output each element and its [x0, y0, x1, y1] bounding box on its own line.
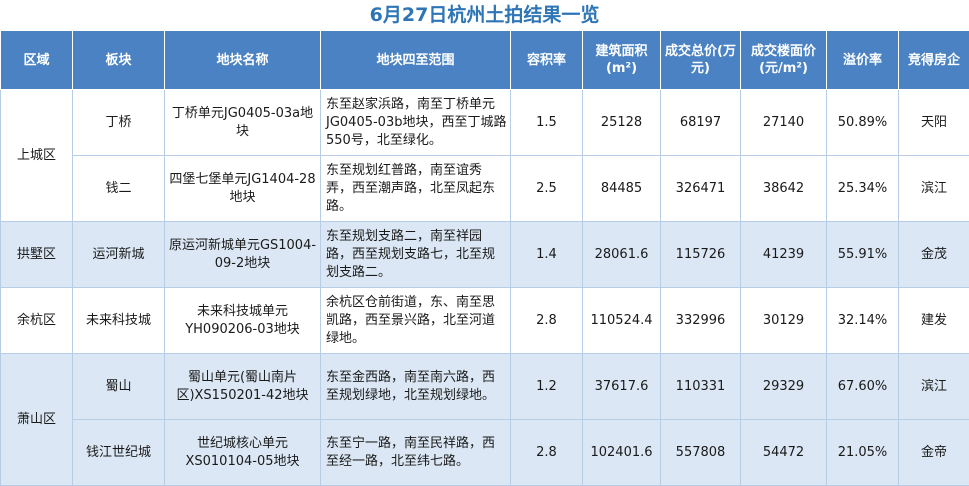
far-cell: 1.5 — [511, 90, 583, 156]
far-cell: 1.2 — [511, 354, 583, 420]
boundary-cell: 东至宁一路，南至民祥路，西至经一路，北至纬七路。 — [321, 420, 511, 486]
table-header-row: 区域 板块 地块名称 地块四至范围 容积率 建筑面积(m²) 成交总价(万元) … — [1, 31, 969, 90]
district-cell: 余杭区 — [1, 288, 73, 354]
table-row: 上城区 丁桥 丁桥单元JG0405-03a地块 东至赵家浜路，南至丁桥单元JG0… — [1, 90, 969, 156]
premium-cell: 21.05% — [827, 420, 899, 486]
table-row: 萧山区 蜀山 蜀山单元(蜀山南片区)XS150201-42地块 东至金西路，南至… — [1, 354, 969, 420]
block-cell: 蜀山 — [73, 354, 165, 420]
block-cell: 丁桥 — [73, 90, 165, 156]
header-area: 建筑面积(m²) — [583, 31, 661, 90]
floor-price-cell: 27140 — [741, 90, 827, 156]
header-total-price: 成交总价(万元) — [661, 31, 741, 90]
block-cell: 未来科技城 — [73, 288, 165, 354]
winner-cell: 滨江 — [899, 354, 969, 420]
floor-price-cell: 29329 — [741, 354, 827, 420]
block-cell: 钱江世纪城 — [73, 420, 165, 486]
floor-price-cell: 30129 — [741, 288, 827, 354]
far-cell: 2.5 — [511, 156, 583, 222]
premium-cell: 55.91% — [827, 222, 899, 288]
total-price-cell: 557808 — [661, 420, 741, 486]
floor-price-cell: 38642 — [741, 156, 827, 222]
boundary-cell: 东至金西路，南至南六路，西至规划绿地，北至规划绿地。 — [321, 354, 511, 420]
plot-name-cell: 丁桥单元JG0405-03a地块 — [165, 90, 321, 156]
area-cell: 102401.6 — [583, 420, 661, 486]
area-cell: 84485 — [583, 156, 661, 222]
area-cell: 110524.4 — [583, 288, 661, 354]
far-cell: 2.8 — [511, 420, 583, 486]
total-price-cell: 326471 — [661, 156, 741, 222]
header-floor-price: 成交楼面价(元/m²) — [741, 31, 827, 90]
table-row: 拱墅区 运河新城 原运河新城单元GS1004-09-2地块 东至规划支路二，南至… — [1, 222, 969, 288]
district-cell: 拱墅区 — [1, 222, 73, 288]
plot-name-cell: 世纪城核心单元XS010104-05地块 — [165, 420, 321, 486]
area-cell: 25128 — [583, 90, 661, 156]
area-cell: 37617.6 — [583, 354, 661, 420]
boundary-cell: 东至规划红普路，南至谊秀弄，西至潮声路，北至凤起东路。 — [321, 156, 511, 222]
block-cell: 钱二 — [73, 156, 165, 222]
district-cell: 萧山区 — [1, 354, 73, 486]
header-boundary: 地块四至范围 — [321, 31, 511, 90]
winner-cell: 金帝 — [899, 420, 969, 486]
header-plot-name: 地块名称 — [165, 31, 321, 90]
header-block: 板块 — [73, 31, 165, 90]
page-title: 6月27日杭州土拍结果一览 — [0, 0, 969, 30]
header-winner: 竞得房企 — [899, 31, 969, 90]
district-cell: 上城区 — [1, 90, 73, 222]
total-price-cell: 332996 — [661, 288, 741, 354]
block-cell: 运河新城 — [73, 222, 165, 288]
header-far: 容积率 — [511, 31, 583, 90]
premium-cell: 50.89% — [827, 90, 899, 156]
area-cell: 28061.6 — [583, 222, 661, 288]
plot-name-cell: 蜀山单元(蜀山南片区)XS150201-42地块 — [165, 354, 321, 420]
premium-cell: 32.14% — [827, 288, 899, 354]
table-row: 钱二 四堡七堡单元JG1404-28地块 东至规划红普路，南至谊秀弄，西至潮声路… — [1, 156, 969, 222]
premium-cell: 67.60% — [827, 354, 899, 420]
floor-price-cell: 41239 — [741, 222, 827, 288]
total-price-cell: 115726 — [661, 222, 741, 288]
table-row: 钱江世纪城 世纪城核心单元XS010104-05地块 东至宁一路，南至民祥路，西… — [1, 420, 969, 486]
premium-cell: 25.34% — [827, 156, 899, 222]
total-price-cell: 110331 — [661, 354, 741, 420]
winner-cell: 建发 — [899, 288, 969, 354]
total-price-cell: 68197 — [661, 90, 741, 156]
far-cell: 2.8 — [511, 288, 583, 354]
plot-name-cell: 原运河新城单元GS1004-09-2地块 — [165, 222, 321, 288]
land-auction-table: 区域 板块 地块名称 地块四至范围 容积率 建筑面积(m²) 成交总价(万元) … — [0, 30, 969, 486]
plot-name-cell: 四堡七堡单元JG1404-28地块 — [165, 156, 321, 222]
plot-name-cell: 未来科技城单元YH090206-03地块 — [165, 288, 321, 354]
winner-cell: 天阳 — [899, 90, 969, 156]
boundary-cell: 余杭区仓前街道，东、南至思凯路，西至景兴路，北至河道绿地。 — [321, 288, 511, 354]
boundary-cell: 东至赵家浜路，南至丁桥单元JG0405-03b地块，西至丁城路550号，北至绿化… — [321, 90, 511, 156]
page: 6月27日杭州土拍结果一览 区域 板块 地块名称 地块四至范围 容积率 建筑面积… — [0, 0, 969, 484]
far-cell: 1.4 — [511, 222, 583, 288]
header-premium: 溢价率 — [827, 31, 899, 90]
table-row: 余杭区 未来科技城 未来科技城单元YH090206-03地块 余杭区仓前街道，东… — [1, 288, 969, 354]
header-district: 区域 — [1, 31, 73, 90]
winner-cell: 滨江 — [899, 156, 969, 222]
winner-cell: 金茂 — [899, 222, 969, 288]
floor-price-cell: 54472 — [741, 420, 827, 486]
boundary-cell: 东至规划支路二，南至祥园路，西至规划支路七，北至规划支路二。 — [321, 222, 511, 288]
